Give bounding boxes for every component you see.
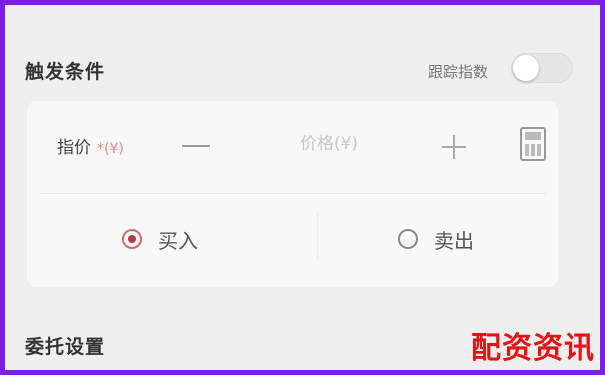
required-mark: *(¥)	[97, 141, 124, 157]
trigger-conditions-title: 触发条件	[25, 61, 106, 83]
delegate-settings-title: 委托设置	[25, 336, 106, 358]
radio-sell-label: 卖出	[434, 229, 474, 253]
price-label: 指价 *(¥)	[57, 133, 124, 158]
toggle-knob	[513, 55, 539, 81]
trigger-card: 指价 *(¥) 买入 卖出	[27, 101, 558, 287]
decrease-button[interactable]	[182, 145, 210, 147]
increase-button[interactable]	[440, 133, 468, 161]
calculator-icon[interactable]	[520, 127, 546, 161]
order-panel: 触发条件 跟踪指数 指价 *(¥) 买入 卖出 委托设置	[5, 5, 600, 370]
radio-unselected-icon	[398, 229, 418, 249]
radio-buy-label: 买入	[158, 229, 198, 253]
divider-vertical	[317, 213, 318, 259]
radio-selected-icon	[122, 229, 142, 249]
price-label-text: 指价	[57, 138, 91, 158]
price-input[interactable]	[247, 133, 411, 155]
track-index-label: 跟踪指数	[427, 63, 488, 81]
watermark-text: 配资资讯	[471, 331, 595, 366]
track-index-toggle[interactable]	[511, 53, 573, 83]
divider	[39, 193, 546, 194]
